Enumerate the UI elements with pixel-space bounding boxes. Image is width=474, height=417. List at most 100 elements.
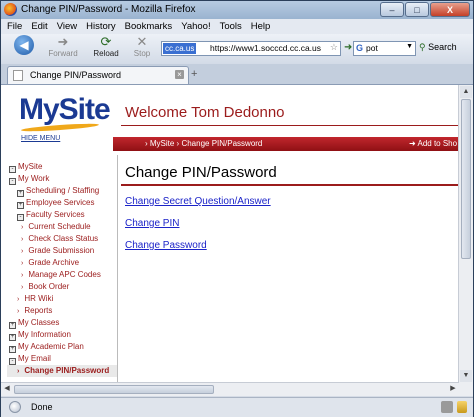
bullet-arrow-icon: › (21, 260, 24, 267)
menu-help[interactable]: Help (251, 19, 271, 34)
menu-item-my-classes[interactable]: + My Classes (7, 317, 117, 329)
menu-item-employee-services[interactable]: + Employee Services (7, 197, 117, 209)
menu-item-label: Change PIN/Password (24, 366, 110, 375)
tab-close-icon[interactable]: × (175, 70, 184, 79)
tab-label: Change PIN/Password (30, 70, 122, 80)
menu-item-label: HR Wiki (24, 294, 54, 303)
site-identity-badge[interactable]: cc.ca.us (163, 43, 197, 54)
security-lock-icon[interactable] (457, 401, 467, 413)
status-bar: Done (1, 397, 473, 417)
menu-item-reports[interactable]: › Reports (7, 305, 117, 317)
close-button[interactable]: X (430, 2, 470, 17)
horizontal-scroll-thumb[interactable] (14, 385, 214, 394)
menu-item-label: Employee Services (26, 198, 95, 207)
reload-button[interactable]: ⟳ Reload (91, 34, 121, 59)
scroll-down-icon[interactable]: ▼ (460, 370, 472, 382)
menu-item-label: Faculty Services (26, 210, 85, 219)
forward-button[interactable]: ➜ Forward (45, 35, 81, 59)
stop-button[interactable]: ✕ Stop (129, 35, 155, 59)
search-icon: ⚲ (419, 42, 426, 52)
firefox-icon (4, 3, 17, 16)
tab-change-pin-password[interactable]: Change PIN/Password × (7, 66, 189, 84)
expand-box-icon[interactable]: + (9, 334, 16, 341)
menu-item-label: Scheduling / Staffing (26, 186, 100, 195)
menu-item-my-email[interactable]: - My Email (7, 353, 117, 365)
status-globe-icon (9, 401, 21, 413)
search-dropdown-icon[interactable]: ▼ (406, 43, 413, 50)
collapse-box-icon[interactable]: - (9, 166, 16, 173)
search-button[interactable]: ⚲ Search (419, 42, 457, 53)
change-password-link[interactable]: Change Password (125, 240, 207, 251)
menu-item-grade-archive[interactable]: › Grade Archive (7, 257, 117, 269)
collapse-box-icon[interactable]: - (9, 178, 16, 185)
menu-item-mysite[interactable]: - MySite (7, 161, 117, 173)
menu-history[interactable]: History (86, 19, 116, 34)
reload-label: Reload (93, 49, 119, 58)
collapse-box-icon[interactable]: - (17, 214, 24, 221)
menu-bar: File Edit View History Bookmarks Yahoo! … (1, 19, 473, 34)
expand-box-icon[interactable]: + (9, 346, 16, 353)
horizontal-scrollbar[interactable]: ◀ ▶ (1, 382, 459, 396)
collapse-box-icon[interactable]: - (9, 358, 16, 365)
bullet-arrow-icon: › (17, 308, 20, 315)
title-bar: Change PIN/Password - Mozilla Firefox – … (1, 1, 473, 19)
menu-item-manage-apc-codes[interactable]: › Manage APC Codes (7, 269, 117, 281)
change-pin-link[interactable]: Change PIN (125, 218, 179, 229)
expand-box-icon[interactable]: + (9, 322, 16, 329)
minimize-button[interactable]: – (380, 2, 404, 17)
menu-item-change-pin-password[interactable]: › Change PIN/Password (7, 365, 117, 377)
address-bar[interactable]: cc.ca.us https://www1.socccd.cc.ca.us ☆ (161, 41, 341, 56)
welcome-divider (121, 125, 459, 126)
page-viewport: MySite HIDE MENU Welcome Tom Dedonno › M… (1, 85, 473, 396)
add-to-shortcuts-link[interactable]: ➜ Add to Sho (409, 139, 457, 148)
menu-item-label: Check Class Status (28, 234, 99, 243)
menu-file[interactable]: File (7, 19, 22, 34)
scroll-left-icon[interactable]: ◀ (1, 383, 13, 395)
menu-item-book-order[interactable]: › Book Order (7, 281, 117, 293)
expand-box-icon[interactable]: + (17, 202, 24, 209)
scroll-up-icon[interactable]: ▲ (460, 86, 472, 98)
bullet-arrow-icon: › (21, 284, 24, 291)
vertical-scroll-thumb[interactable] (461, 99, 471, 259)
vertical-scrollbar[interactable]: ▲ ▼ (458, 85, 473, 396)
maximize-button[interactable]: □ (405, 2, 429, 17)
menu-item-my-information[interactable]: + My Information (7, 329, 117, 341)
search-box[interactable]: G pot ▼ (353, 41, 416, 56)
hide-menu-link[interactable]: HIDE MENU (21, 135, 60, 142)
new-tab-button[interactable]: + (191, 68, 197, 80)
stop-label: Stop (133, 49, 151, 58)
menu-item-faculty-services[interactable]: - Faculty Services (7, 209, 117, 221)
menu-view[interactable]: View (57, 19, 77, 34)
search-input[interactable]: pot (366, 43, 378, 53)
menu-yahoo[interactable]: Yahoo! (181, 19, 210, 34)
addon-icon[interactable] (441, 401, 453, 413)
menu-item-hr-wiki[interactable]: › HR Wiki (7, 293, 117, 305)
menu-item-grade-submission[interactable]: › Grade Submission (7, 245, 117, 257)
menu-bookmarks[interactable]: Bookmarks (125, 19, 173, 34)
breadcrumb[interactable]: › MySite › Change PIN/Password (145, 139, 262, 148)
reload-icon: ⟳ (100, 34, 112, 49)
back-button[interactable]: ◀ (10, 35, 38, 55)
scroll-right-icon[interactable]: ▶ (447, 383, 459, 395)
bullet-arrow-icon: › (21, 224, 24, 231)
menu-item-current-schedule[interactable]: › Current Schedule (7, 221, 117, 233)
bullet-arrow-icon: › (17, 296, 20, 303)
bookmark-star-icon[interactable]: ☆ (330, 42, 338, 53)
bullet-arrow-icon: › (21, 236, 24, 243)
menu-item-check-class-status[interactable]: › Check Class Status (7, 233, 117, 245)
menu-item-my-work[interactable]: - My Work (7, 173, 117, 185)
url-text[interactable]: https://www1.socccd.cc.ca.us (210, 43, 324, 54)
window-controls: – □ X (380, 2, 470, 17)
menu-item-scheduling-staffing[interactable]: + Scheduling / Staffing (7, 185, 117, 197)
bullet-arrow-icon: › (17, 368, 20, 375)
menu-item-label: Grade Submission (28, 246, 95, 255)
change-secret-question-link[interactable]: Change Secret Question/Answer (125, 196, 271, 207)
go-icon[interactable]: ➜ (344, 42, 352, 53)
search-engine-icon[interactable]: G (356, 43, 363, 53)
tab-strip: Change PIN/Password × + (1, 64, 473, 85)
menu-edit[interactable]: Edit (31, 19, 47, 34)
expand-box-icon[interactable]: + (17, 190, 24, 197)
menu-item-my-academic-plan[interactable]: + My Academic Plan (7, 341, 117, 353)
menu-tools[interactable]: Tools (220, 19, 242, 34)
menu-item-label: Grade Archive (28, 258, 80, 267)
